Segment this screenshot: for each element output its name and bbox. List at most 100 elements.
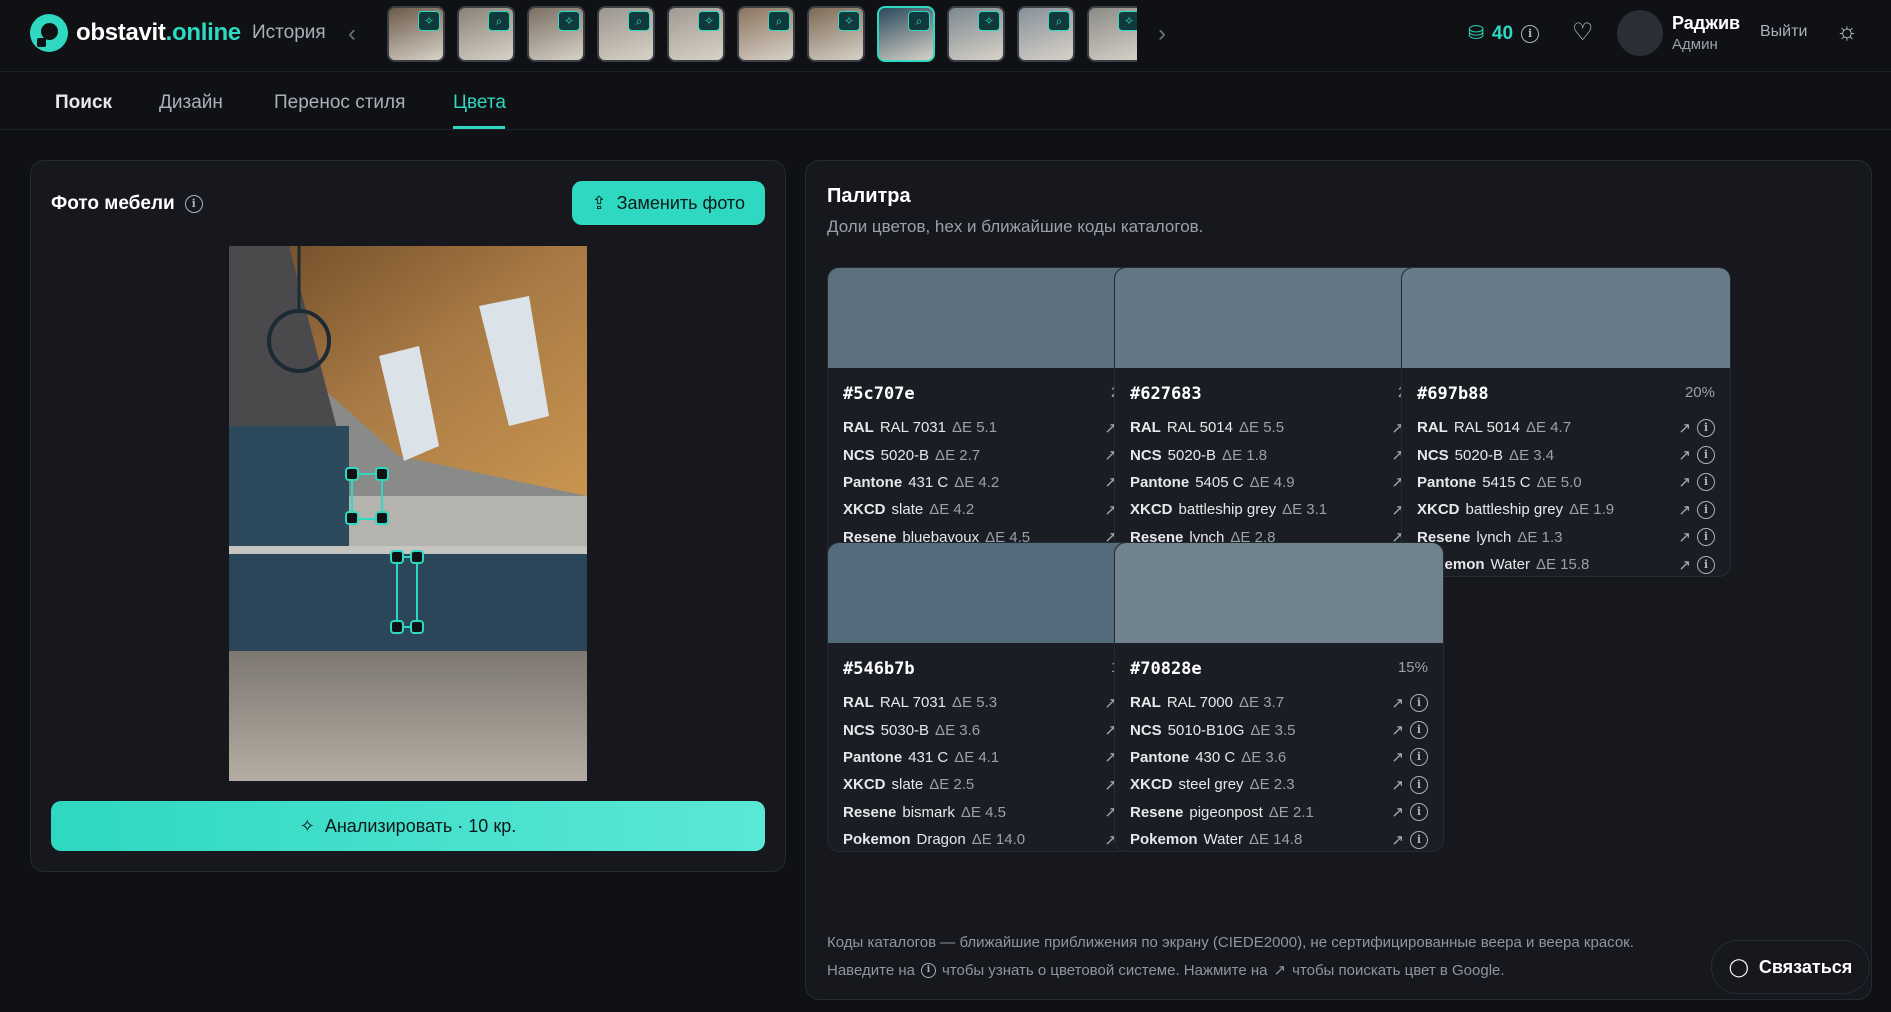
info-icon[interactable]: i [1410,803,1428,822]
catalog-row: NCS 5010-B10G ΔE 3.5 ↗ i [1130,716,1428,743]
catalog-code: RAL 5014 [1166,419,1233,437]
external-link-icon[interactable]: ↗ [1391,831,1404,849]
delta-e: ΔE 3.6 [935,721,981,739]
external-link-icon[interactable]: ↗ [1678,556,1691,574]
catalog-code: RAL 7031 [879,419,946,437]
furniture-photo[interactable] [229,246,587,781]
external-link-icon[interactable]: ↗ [1678,528,1691,546]
history-thumbnail[interactable]: ⌕ [457,6,515,62]
chevron-right-icon[interactable]: › [1158,20,1166,48]
search-icon: ⌕ [488,11,510,31]
hex-code[interactable]: #70828e [1130,659,1202,679]
catalog-system: XKCD [1130,776,1173,794]
heart-icon[interactable]: ♡ [1572,18,1594,47]
color-share: 20% [1684,384,1715,401]
catalog-code: steel grey [1178,776,1244,794]
external-link-icon[interactable]: ↗ [1678,419,1691,437]
chevron-left-icon[interactable]: ‹ [348,20,356,48]
external-link-icon[interactable]: ↗ [1391,721,1404,739]
delta-e: ΔE 5.1 [952,419,998,437]
hex-code[interactable]: #546b7b [843,659,915,679]
history-thumbnail[interactable]: ✧ [527,6,585,62]
history-thumbnail[interactable]: ✧ [947,6,1005,62]
color-card: #70828e 15% RAL RAL 7000 ΔE 3.7 ↗ i NCS 5010-B10… [1114,542,1444,852]
external-link-icon[interactable]: ↗ [1391,776,1404,794]
credits-indicator[interactable]: ⛁ 40 i [1468,22,1540,45]
contact-button[interactable]: ◯ Связаться [1711,940,1870,994]
replace-photo-button[interactable]: ⇪ Заменить фото [571,181,765,225]
catalog-code: RAL 7000 [1166,694,1233,712]
search-icon: ⌕ [1048,11,1070,31]
catalog-code: Water [1490,556,1530,574]
catalog-system: NCS [1417,446,1449,464]
catalog-code: 430 C [1195,748,1236,766]
color-card: #546b7b18%RALRAL 7031ΔE 5.3↗iNCS5030-BΔE… [827,542,1157,852]
info-icon[interactable]: i [1410,830,1428,849]
catalog-row: Resene lynch ΔE 1.3 ↗ i [1417,524,1715,551]
history-thumbnail[interactable]: ⌕ [737,6,795,62]
info-icon[interactable]: i [1697,473,1715,492]
sparkles-icon: ✧ [418,11,440,31]
catalog-code: 431 C [908,748,949,766]
catalog-code: 5020-B [1167,446,1217,464]
color-card: #5c707e25%RALRAL 7031ΔE 5.1↗iNCS5020-BΔE… [827,267,1157,577]
info-icon[interactable]: i [1521,24,1540,43]
avatar[interactable] [1617,10,1663,56]
analyze-button[interactable]: ✧ Анализировать · 10 кр. [51,801,765,851]
catalog-row: NCS5020-BΔE 1.8↗i [1130,441,1428,468]
catalog-code: 5020-B [1454,446,1504,464]
info-icon[interactable]: i [1410,775,1428,794]
tab-design[interactable]: Дизайн [159,92,223,114]
external-link-icon[interactable]: ↗ [1678,501,1691,519]
external-link-icon: ↗ [1273,962,1287,979]
info-icon[interactable]: i [1410,721,1428,740]
color-swatch [828,543,1156,643]
external-link-icon[interactable]: ↗ [1678,473,1691,491]
hex-code[interactable]: #697b88 [1417,384,1489,404]
info-icon[interactable]: i [1697,528,1715,547]
catalog-row: XKCDbattleship greyΔE 3.1↗i [1130,496,1428,523]
tab-colors[interactable]: Цвета [453,92,506,114]
catalog-system: RAL [1130,694,1161,712]
sparkles-icon: ✧ [978,11,1000,31]
catalog-system: NCS [1130,721,1162,739]
tab-search[interactable]: Поиск [55,92,112,114]
logout-button[interactable]: Выйти [1760,23,1807,41]
catalog-system: RAL [1417,419,1448,437]
info-icon[interactable]: i [1697,446,1715,465]
theme-toggle-icon[interactable]: ☼ [1836,18,1858,46]
sparkles-icon: ✧ [1118,11,1137,31]
delta-e: ΔE 14.8 [1248,831,1303,849]
info-icon[interactable]: i [1410,693,1428,712]
history-thumbnail[interactable]: ⌕ [1017,6,1075,62]
delta-e: ΔE 3.1 [1282,501,1328,519]
history-thumbnail[interactable]: ⌕ [597,6,655,62]
tab-style-transfer[interactable]: Перенос стиля [274,92,405,114]
delta-e: ΔE 3.5 [1250,721,1296,739]
info-icon[interactable]: i [1697,418,1715,437]
hex-code[interactable]: #627683 [1130,384,1202,404]
history-thumbnail[interactable]: ✧ [387,6,445,62]
external-link-icon[interactable]: ↗ [1678,446,1691,464]
catalog-code: slate [891,776,924,794]
info-icon[interactable]: i [1410,748,1428,767]
upload-icon: ⇪ [591,192,607,213]
external-link-icon[interactable]: ↗ [1391,694,1404,712]
info-icon[interactable]: i [1697,500,1715,519]
catalog-system: XKCD [843,776,886,794]
catalog-row: Pantone 5415 C ΔE 5.0 ↗ i [1417,469,1715,496]
history-link[interactable]: История [252,22,326,44]
history-thumbnail[interactable]: ✧ [807,6,865,62]
info-icon[interactable]: i [1697,555,1715,574]
catalog-row: XKCD battleship grey ΔE 1.9 ↗ i [1417,496,1715,523]
catalog-system: Resene [843,803,897,821]
external-link-icon[interactable]: ↗ [1391,748,1404,766]
external-link-icon[interactable]: ↗ [1391,803,1404,821]
history-thumbnail[interactable]: ⌕ [877,6,935,62]
info-icon[interactable]: i [184,195,203,213]
history-thumbnail[interactable]: ✧ [667,6,725,62]
logo[interactable]: obstavit.online [30,14,241,52]
history-thumbnail[interactable]: ✧ [1087,6,1137,62]
hex-code[interactable]: #5c707e [843,384,915,404]
catalog-code: Water [1203,831,1243,849]
